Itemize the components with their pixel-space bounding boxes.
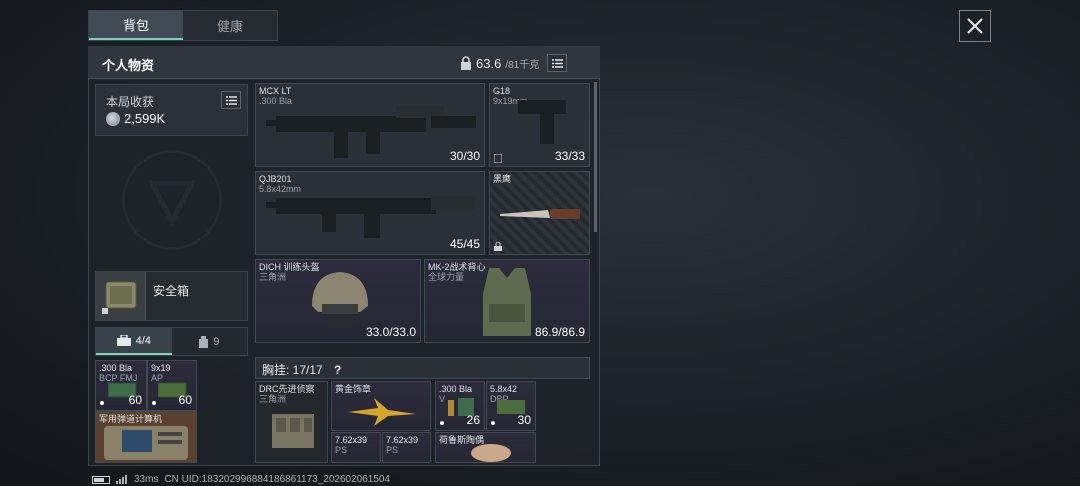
melee-slot[interactable]: 黑鹰 [489, 171, 590, 255]
close-button[interactable] [959, 10, 991, 42]
item-dot [491, 421, 495, 425]
item-dot [100, 401, 104, 405]
rig-item-ammo-58[interactable]: 5.8x42 DBP 30 [486, 381, 536, 431]
pouch-item-ammo-300[interactable]: .300 Bla BCP FMJ 60 [95, 360, 147, 411]
panel-title: 个人物资 [102, 58, 155, 73]
item-name: G18 [493, 86, 511, 96]
rig-item-figurine[interactable]: 荷鲁斯陶偶 [435, 432, 536, 463]
toolbox-count: 4/4 [135, 334, 151, 347]
item-name: 黄金饰章 [335, 384, 372, 394]
vest-icon [483, 268, 531, 336]
item-dot [440, 421, 444, 425]
item-name: 7.62x39 [386, 435, 419, 445]
durability: 33.0/33.0 [365, 325, 416, 339]
ammo-count: 33/33 [554, 149, 585, 163]
faction-emblem-icon [122, 150, 222, 250]
bottle-icon [199, 335, 209, 348]
computer-icon [104, 426, 188, 460]
rifle-mcx-icon [266, 106, 476, 158]
chest-rig-slot[interactable]: DRC先进侦察 三角洲 [255, 381, 328, 463]
ammo-count: 30/30 [449, 149, 480, 163]
rig-item-ammo-300[interactable]: .300 Bla V 26 [435, 381, 485, 431]
item-name: 军用弹道计算机 [99, 414, 163, 424]
tab-health[interactable]: 健康 [183, 11, 277, 40]
sort-list-button[interactable] [547, 54, 568, 72]
lock-icon [461, 56, 471, 70]
weapon-slot-secondary[interactable]: QJB201 5.8x42mm 45/45 [255, 171, 485, 255]
item-count: 60 [128, 393, 142, 407]
item-count: 30 [517, 413, 531, 427]
item-sub: 三角洲 [259, 272, 287, 282]
item-name: 7.62x39 [335, 435, 368, 445]
weight-max: /81千克 [505, 59, 540, 71]
helmet-icon [312, 272, 368, 328]
tab-bottle[interactable]: 9 [171, 328, 247, 355]
item-count: 26 [466, 413, 480, 427]
bottle-count: 9 [213, 335, 220, 348]
rig-item-ammo-762-b[interactable]: 7.62x39 PS [382, 432, 431, 463]
rifle-qjb-icon [266, 196, 475, 238]
item-name: .300 Bla [439, 384, 473, 394]
main-tabs: 背包 健康 [88, 10, 278, 41]
signal-icon [116, 475, 127, 484]
close-icon [967, 18, 983, 34]
lock-icon [494, 242, 502, 251]
armor-slot[interactable]: MK-2战术背心 全球力量 86.9/86.9 [424, 259, 590, 343]
item-sub: PS [335, 445, 348, 455]
item-sub: 三角洲 [259, 394, 287, 404]
list-icon [225, 95, 237, 105]
pouch-item-ballistic-computer[interactable]: 军用弹道计算机 [95, 411, 197, 463]
list-icon [551, 58, 563, 68]
earnings-value: 2,599K [106, 111, 165, 126]
status-bar: 33ms CN UID:18320299688418686​1173_20260… [92, 474, 390, 485]
rig-item-ammo-762-a[interactable]: 7.62x39 PS [331, 432, 381, 463]
tab-backpack[interactable]: 背包 [89, 11, 183, 40]
battery-icon [92, 475, 110, 484]
earnings-amount: 2,599K [124, 111, 166, 126]
weapon-slot-sidearm[interactable]: G18 9x19mm 33/33 [489, 83, 590, 167]
chest-rig-label: 胸挂: 17/17 ? [262, 361, 341, 378]
earnings-label: 本局收获 [106, 95, 155, 109]
help-icon[interactable]: ? [334, 363, 341, 377]
scrollbar[interactable] [594, 82, 597, 232]
item-name: 5.8x42 [490, 384, 518, 394]
safe-box-icon [96, 272, 146, 320]
chest-rig-capacity: 胸挂: 17/17 [262, 363, 323, 377]
knife-icon [500, 209, 580, 219]
weight-value: 63.6 [476, 55, 502, 71]
coin-icon [106, 111, 120, 126]
pistol-g18-icon [518, 100, 566, 144]
helmet-slot[interactable]: DICH 训练头盔 三角洲 33.0/33.0 [255, 259, 421, 343]
gold-badge-icon [348, 398, 416, 426]
item-name: 黑鹰 [493, 174, 512, 184]
user-uid: CN UID:18320299688418686​1173_2026020615… [164, 474, 391, 485]
figurine-icon [471, 444, 511, 462]
item-dot [152, 401, 156, 405]
weapon-slot-primary[interactable]: MCX LT .300 Bla 30/30 [255, 83, 485, 167]
item-name: DRC先进侦察 [259, 384, 315, 394]
item-sub: V [439, 394, 446, 404]
container-tabs: 4/4 9 [95, 327, 248, 356]
no-drop-icon [494, 154, 502, 163]
weight-display: 63.6/81千克 [460, 54, 568, 72]
pouch-item-ammo-9x19[interactable]: 9x19 AP 60 [147, 360, 197, 411]
ping: 33ms [134, 474, 159, 485]
toolbox-icon [116, 335, 131, 346]
safe-box-label: 安全箱 [153, 284, 190, 298]
item-name: .300 Bla [99, 363, 133, 373]
tab-toolbox[interactable]: 4/4 [96, 328, 172, 355]
rig-item-gold-badge[interactable]: 黄金饰章 [331, 381, 431, 431]
item-count: 60 [178, 393, 192, 407]
item-sub: PS [386, 445, 399, 455]
rig-icon [272, 414, 314, 448]
item-name: 9x19 [151, 363, 171, 373]
durability: 86.9/86.9 [534, 325, 585, 339]
item-sub: 全球力量 [428, 272, 465, 282]
earnings-list-button[interactable] [221, 91, 241, 109]
ammo-count: 45/45 [449, 237, 480, 251]
